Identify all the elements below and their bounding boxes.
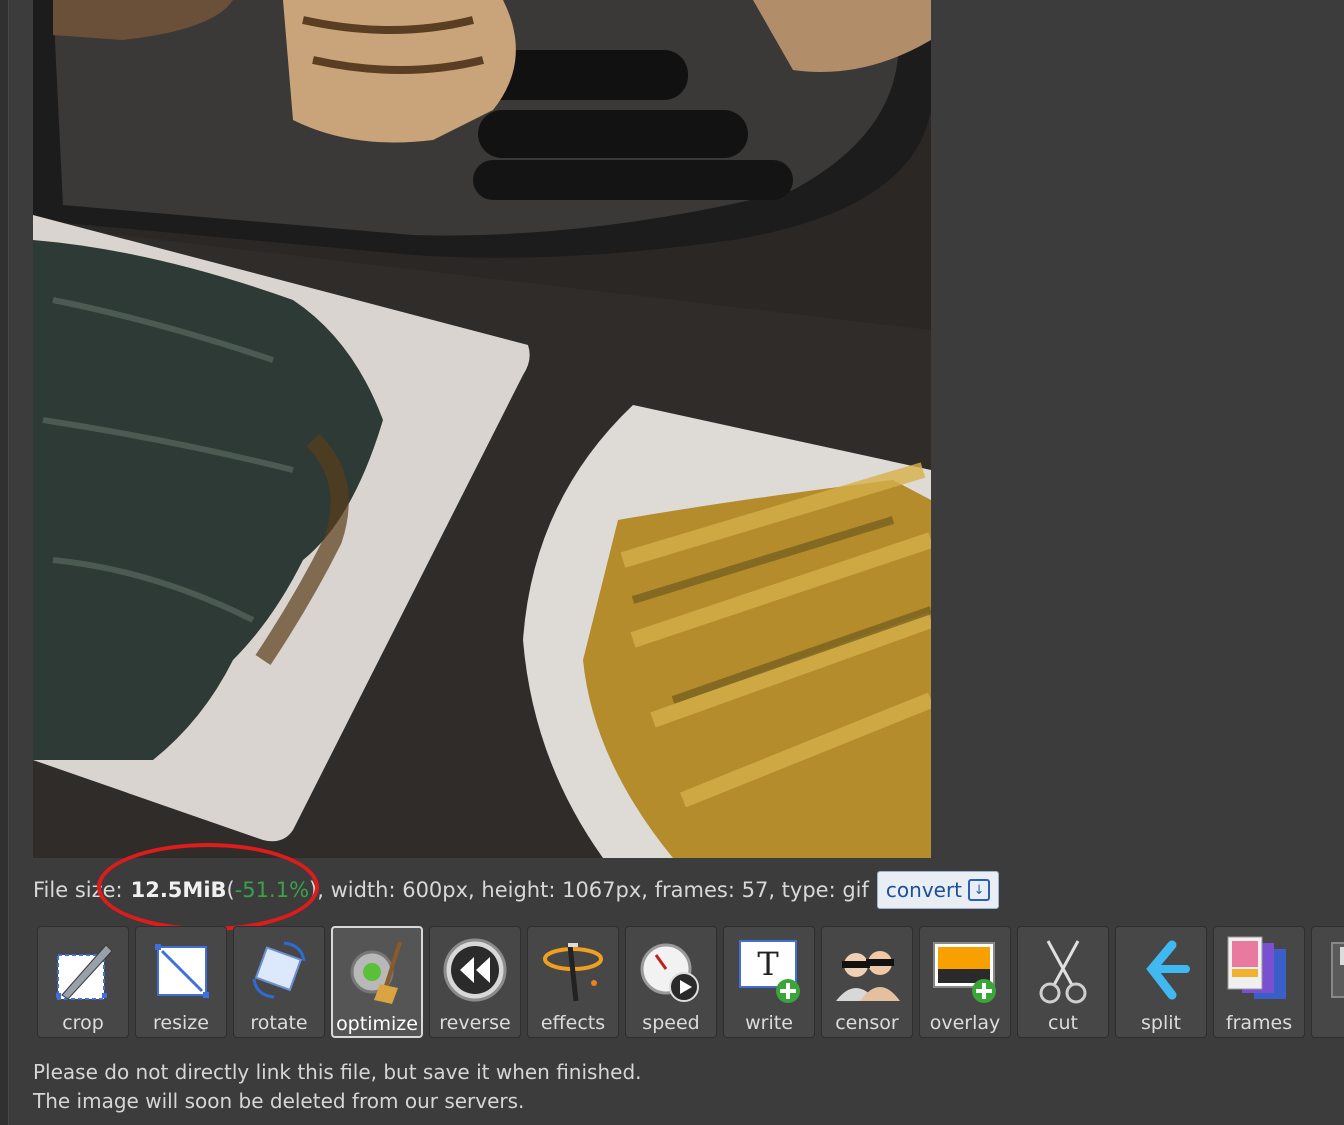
- reverse-icon: [443, 938, 507, 1002]
- tool-label: frames: [1225, 1012, 1293, 1034]
- write-icon: T: [739, 940, 800, 1003]
- left-panel-edge: [0, 0, 9, 1125]
- censor-icon: [836, 951, 900, 1001]
- tool-label: split: [1141, 1012, 1181, 1034]
- file-size-reduction: -51.1%: [234, 878, 310, 902]
- gif-preview-image: [33, 0, 931, 858]
- speed-icon: [640, 943, 699, 1002]
- convert-button[interactable]: convert ↓: [876, 871, 1000, 909]
- write-tool-button[interactable]: T write: [723, 926, 815, 1038]
- effects-icon: [543, 943, 603, 1002]
- tool-label: effects: [540, 1012, 606, 1034]
- overlay-icon: [933, 942, 996, 1003]
- resize-icon: [155, 944, 209, 998]
- resize-tool-button[interactable]: resize: [135, 926, 227, 1038]
- food-photo: [33, 0, 931, 858]
- speed-tool-button[interactable]: speed: [625, 926, 717, 1038]
- more-tool-button-partial[interactable]: [1311, 926, 1344, 1038]
- optimize-icon: [350, 941, 402, 1004]
- tool-label: speed: [642, 1012, 700, 1034]
- file-size-label: File size:: [33, 878, 123, 902]
- cut-icon: [1039, 940, 1087, 1004]
- file-size-value: 12.5MiB: [130, 878, 227, 902]
- svg-text:T: T: [757, 945, 779, 983]
- save-icon: [1331, 942, 1344, 998]
- tool-label: resize: [153, 1012, 209, 1034]
- file-info-line: File size: 12.5MiB ( -51.1% ), width: 60…: [33, 870, 1000, 910]
- file-dimensions: ), width: 600px, height: 1067px, frames:…: [309, 878, 869, 902]
- split-icon: [1146, 940, 1190, 1000]
- crop-tool-button[interactable]: crop: [37, 926, 129, 1038]
- notice-text: Please do not directly link this file, b…: [33, 1058, 642, 1116]
- effects-tool-button[interactable]: effects: [527, 926, 619, 1038]
- tool-label: write: [745, 1012, 793, 1034]
- censor-tool-button[interactable]: censor: [821, 926, 913, 1038]
- rotate-tool-button[interactable]: rotate: [233, 926, 325, 1038]
- tool-label: crop: [62, 1012, 104, 1034]
- rotate-icon: [252, 941, 306, 999]
- tool-toolbar: crop resize rotate optimize reverse effe…: [37, 926, 1344, 1040]
- notice-line-1: Please do not directly link this file, b…: [33, 1060, 642, 1084]
- download-arrow-icon: ↓: [968, 879, 991, 901]
- file-size-percent-open: (: [226, 878, 235, 902]
- tool-label: censor: [835, 1012, 899, 1034]
- tool-label: cut: [1048, 1012, 1078, 1034]
- split-tool-button[interactable]: split: [1115, 926, 1207, 1038]
- optimize-tool-button[interactable]: optimize: [331, 926, 423, 1038]
- convert-label: convert: [885, 878, 963, 902]
- reverse-tool-button[interactable]: reverse: [429, 926, 521, 1038]
- tool-label: rotate: [250, 1012, 308, 1034]
- tool-label: reverse: [439, 1012, 511, 1034]
- frames-tool-button[interactable]: frames: [1213, 926, 1305, 1038]
- cut-tool-button[interactable]: cut: [1017, 926, 1109, 1038]
- tool-label: overlay: [929, 1012, 1001, 1034]
- tool-label: optimize: [336, 1013, 418, 1035]
- frames-icon: [1227, 936, 1286, 999]
- overlay-tool-button[interactable]: overlay: [919, 926, 1011, 1038]
- notice-line-2: The image will soon be deleted from our …: [33, 1089, 525, 1113]
- crop-icon: [56, 944, 113, 1000]
